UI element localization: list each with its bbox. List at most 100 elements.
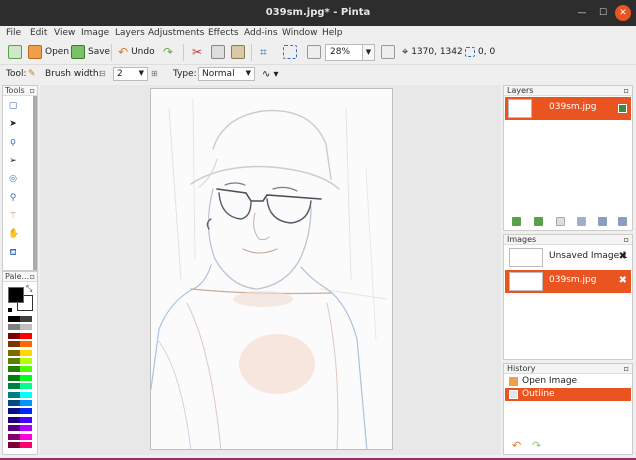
palette-swatch[interactable] [26,324,32,331]
crop-button[interactable]: ⌗ [260,44,267,60]
palette-swatch[interactable] [26,358,32,364]
ellipse-select-icon[interactable]: ◎ [8,174,18,184]
menu-adjustments[interactable]: Adjustments [148,28,204,38]
zoom-dropdown-button[interactable]: ▼ [362,44,375,61]
brush-width-input[interactable]: 2 ▼ [113,67,148,81]
move-selected-icon[interactable]: ➤ [8,119,18,129]
minimize-button[interactable]: — [574,5,590,21]
image-canvas[interactable] [150,88,393,450]
close-button[interactable]: ✕ [615,5,631,21]
redo-icon[interactable]: ↷ [532,439,541,452]
new-button[interactable] [8,44,22,60]
save-button[interactable]: Save [71,44,110,60]
image-row[interactable]: Unsaved Image 1 ✖ [505,246,631,269]
delete-layer-icon[interactable] [556,217,565,226]
redo-button[interactable]: ↷ [163,44,173,60]
menu-view[interactable]: View [54,28,75,38]
history-item[interactable]: Open Image [505,375,631,388]
zoom-icon[interactable]: ⚲ [8,193,18,203]
tools-panel: Tools ▫ ▢ ➤ ϙ ➢ ◎ ⚲ ⚚ ✋ ⛾ [2,85,38,271]
pencil-icon[interactable]: ✎ [28,69,36,79]
palette-swatch[interactable] [26,349,32,356]
menu-image[interactable]: Image [81,28,109,38]
selection-size-value: 0, 0 [478,47,496,57]
magic-wand-icon[interactable]: ⚚ [8,211,18,221]
primary-color-swatch[interactable] [8,287,24,303]
image-row[interactable]: 039sm.jpg ✖ [505,270,631,293]
collapse-icon[interactable]: ▫ [624,86,629,95]
layer-row[interactable]: 039sm.jpg [505,97,631,120]
undo-icon[interactable]: ↶ [512,439,521,452]
menu-layers[interactable]: Layers [115,28,145,38]
move-layer-up-icon[interactable] [598,217,607,226]
deselect-button[interactable] [283,44,297,60]
close-image-icon[interactable]: ✖ [619,275,627,286]
palette-swatch[interactable] [26,416,32,423]
collapse-icon[interactable]: ▫ [30,272,35,281]
tool-label: Tool: [6,69,27,79]
save-icon [71,45,85,59]
palette-swatch[interactable] [26,400,32,406]
move-selection-icon[interactable]: ➢ [8,156,18,166]
swap-colors-icon[interactable]: ⤡ [26,284,32,294]
collapse-icon[interactable]: ▫ [624,364,629,373]
palette-swatch[interactable] [26,341,32,348]
main-toolbar: Open Save ↶ Undo ↷ ✂ ⌗ ⌖ 1370, 1342 0, 0 [0,40,636,65]
menu-effects[interactable]: Effects [208,28,239,38]
open-button[interactable]: Open [28,44,69,60]
tools-panel-header: Tools ▫ [3,86,37,96]
menu-window[interactable]: Window [282,28,318,38]
menu-help[interactable]: Help [322,28,343,38]
duplicate-layer-icon[interactable] [534,217,543,226]
reset-colors-icon[interactable] [7,307,13,313]
brush-width-increase-icon[interactable]: ⊞ [151,69,158,78]
paint-bucket-icon[interactable]: ⛾ [8,248,18,258]
merge-layer-icon[interactable] [577,217,586,226]
palette-swatch[interactable] [26,383,32,390]
undo-icon: ↶ [118,45,129,59]
pinta-window: 039sm.jpg* - Pinta — ☐ ✕ File Edit View … [0,0,636,458]
history-panel-header: History ▫ [504,364,632,374]
antialias-icon[interactable]: ∿ ▾ [262,69,279,80]
tool-options-bar: Tool: ✎ Brush width: ⊟ ⊞ Type: ∿ ▾ [0,65,636,84]
layer-visibility-checkbox[interactable] [618,104,627,113]
layer-thumbnail [508,99,532,118]
palette-swatch[interactable] [26,374,32,381]
history-item[interactable]: Outline [505,388,631,401]
copy-button[interactable] [211,44,225,60]
tools-scrollbar[interactable] [33,96,37,270]
menu-file[interactable]: File [6,28,21,38]
images-panel: Images ▫ Unsaved Image 1 ✖ 039sm.jpg ✖ [503,234,633,360]
menu-add-ins[interactable]: Add-ins [244,28,278,38]
move-layer-down-icon[interactable] [618,217,627,226]
undo-button[interactable]: ↶ Undo [118,44,155,60]
cursor-position-value: 1370, 1342 [411,47,463,57]
close-image-icon[interactable]: ✖ [619,251,627,262]
cut-button[interactable]: ✂ [192,44,202,60]
palette-swatch[interactable] [26,316,32,322]
palette-swatch[interactable] [26,366,32,373]
palette-swatch[interactable] [26,425,32,432]
palette-swatch[interactable] [26,433,32,440]
maximize-button[interactable]: ☐ [595,5,611,21]
paste-button[interactable] [231,44,245,60]
type-dropdown[interactable]: Normal ▼ [198,67,255,81]
rectangle-select-icon[interactable]: ▢ [8,101,18,111]
canvas-area[interactable] [40,85,501,455]
palette-swatch[interactable] [26,442,32,448]
menu-edit[interactable]: Edit [30,28,47,38]
chevron-down-icon: ▼ [138,69,144,77]
add-layer-icon[interactable] [512,217,521,226]
lasso-select-icon[interactable]: ϙ [8,137,18,147]
zoom-in-button[interactable] [381,44,395,60]
collapse-icon[interactable]: ▫ [30,86,35,95]
palette-swatch[interactable] [26,332,32,339]
zoom-out-button[interactable] [307,44,321,60]
palette-swatch[interactable] [26,391,32,398]
images-panel-header: Images ▫ [504,235,632,245]
pan-icon[interactable]: ✋ [8,229,19,239]
palette-swatch[interactable] [26,408,32,415]
images-panel-title: Images [507,235,537,244]
collapse-icon[interactable]: ▫ [624,235,629,244]
brush-width-decrease-icon[interactable]: ⊟ [99,69,106,78]
